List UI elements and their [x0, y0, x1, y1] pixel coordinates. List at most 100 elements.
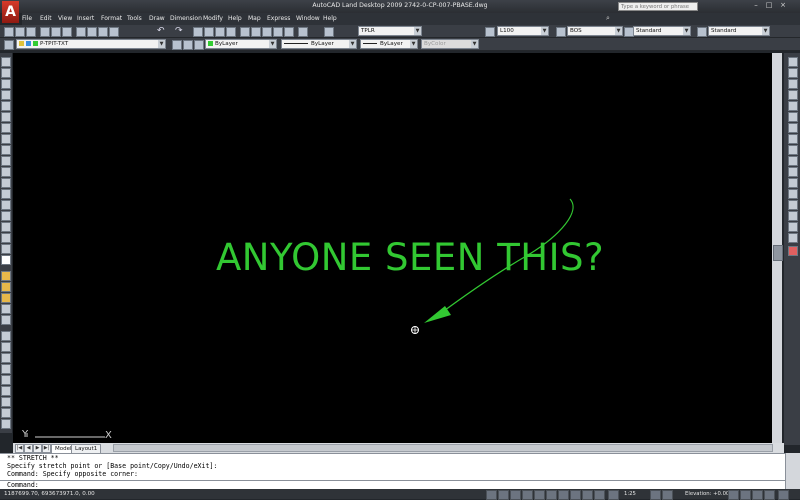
- menu-tools[interactable]: Tools: [127, 14, 142, 24]
- explode-icon[interactable]: [788, 233, 798, 243]
- rectangle-icon[interactable]: [1, 101, 11, 111]
- tool-palettes-icon[interactable]: [262, 27, 272, 37]
- mtext-icon[interactable]: [1, 255, 11, 265]
- close-window-button[interactable]: ×: [778, 1, 788, 10]
- hatch-icon[interactable]: [1, 211, 11, 221]
- menu-modify[interactable]: Modify: [203, 14, 223, 24]
- markup-icon[interactable]: [284, 27, 294, 37]
- binoculars-icon[interactable]: ⌕: [606, 14, 610, 23]
- array-icon[interactable]: [788, 101, 798, 111]
- scroll-thumb[interactable]: [773, 245, 783, 261]
- copy-icon[interactable]: [87, 27, 97, 37]
- preview-icon[interactable]: [51, 27, 61, 37]
- menu-dimension[interactable]: Dimension: [170, 14, 202, 24]
- menu-help[interactable]: Help: [228, 14, 242, 24]
- layer-manager-icon[interactable]: [4, 40, 14, 50]
- layer-walk-icon[interactable]: [1, 282, 11, 292]
- ellipse-arc-icon[interactable]: [1, 167, 11, 177]
- quick-dimension-icon[interactable]: [1, 375, 11, 385]
- arc-icon[interactable]: [1, 112, 11, 122]
- special-function-icon[interactable]: [788, 246, 798, 256]
- zoom-realtime-icon[interactable]: [204, 27, 214, 37]
- dimension-baseline-icon[interactable]: [1, 386, 11, 396]
- insert-block-icon[interactable]: [1, 178, 11, 188]
- text-style-select[interactable]: TPLR ▼: [358, 26, 422, 36]
- help-search-input[interactable]: [619, 3, 693, 11]
- move-icon[interactable]: [788, 112, 798, 122]
- next-tab-icon[interactable]: ▶: [33, 444, 42, 453]
- app-menu-logo[interactable]: A: [2, 1, 19, 23]
- help-search-box[interactable]: [618, 2, 698, 11]
- polyline-icon[interactable]: [1, 79, 11, 89]
- circle-icon[interactable]: [1, 123, 11, 133]
- menu-format[interactable]: Format: [101, 14, 122, 24]
- leader-icon[interactable]: [1, 408, 11, 418]
- zoom-previous-icon[interactable]: [226, 27, 236, 37]
- menu-insert[interactable]: Insert: [77, 14, 94, 24]
- polygon-icon[interactable]: [1, 90, 11, 100]
- color-select[interactable]: ByLayer ▼: [205, 39, 277, 49]
- extend-icon[interactable]: [788, 167, 798, 177]
- menu-view[interactable]: View: [58, 14, 72, 24]
- point-icon[interactable]: [1, 200, 11, 210]
- menu-help-2[interactable]: Help: [323, 14, 337, 24]
- minimize-button[interactable]: –: [751, 1, 761, 10]
- rotate-icon[interactable]: [788, 123, 798, 133]
- erase-icon[interactable]: [788, 57, 798, 67]
- prev-tab-icon[interactable]: ◀: [24, 444, 33, 453]
- vertical-scrollbar[interactable]: [772, 53, 783, 443]
- properties-icon[interactable]: [240, 27, 250, 37]
- table-icon[interactable]: [1, 244, 11, 254]
- last-tab-icon[interactable]: ▶|: [42, 444, 51, 453]
- offset-icon[interactable]: [788, 90, 798, 100]
- dim-style-icon[interactable]: [485, 27, 495, 37]
- annotation-scale[interactable]: 1:25: [624, 489, 636, 499]
- linetype-select[interactable]: ByLayer ▼: [281, 39, 357, 49]
- join-icon[interactable]: [788, 200, 798, 210]
- dim-style-select[interactable]: L100 ▼: [497, 26, 549, 36]
- revcloud-icon[interactable]: [1, 134, 11, 144]
- undo-icon[interactable]: ↶: [157, 26, 165, 36]
- designcenter-icon[interactable]: [251, 27, 261, 37]
- menu-window[interactable]: Window: [296, 14, 320, 24]
- new-icon[interactable]: [4, 27, 14, 37]
- cut-icon[interactable]: [76, 27, 86, 37]
- dimension-angular-icon[interactable]: [1, 364, 11, 374]
- menu-map[interactable]: Map: [248, 14, 261, 24]
- sheetset-icon[interactable]: [273, 27, 283, 37]
- zoom-window-icon[interactable]: [215, 27, 225, 37]
- first-tab-icon[interactable]: |◀: [15, 444, 24, 453]
- scale-icon[interactable]: [788, 134, 798, 144]
- construction-line-icon[interactable]: [1, 68, 11, 78]
- help-icon[interactable]: [298, 27, 308, 37]
- ellipse-icon[interactable]: [1, 156, 11, 166]
- fillet-icon[interactable]: [788, 222, 798, 232]
- multileader-style-icon[interactable]: [697, 27, 707, 37]
- plot-icon[interactable]: [40, 27, 50, 37]
- horizontal-scrollbar[interactable]: [113, 444, 773, 452]
- layer-freeze-icon[interactable]: [1, 293, 11, 303]
- stretch-icon[interactable]: [788, 145, 798, 155]
- make-block-icon[interactable]: [1, 189, 11, 199]
- multileader-style-select[interactable]: Standard ▼: [708, 26, 770, 36]
- menu-edit[interactable]: Edit: [40, 14, 52, 24]
- layer-previous-icon[interactable]: [183, 40, 193, 50]
- tolerance-icon[interactable]: [1, 419, 11, 429]
- plot-style-select[interactable]: Standard ▼: [633, 26, 691, 36]
- publish-icon[interactable]: [62, 27, 72, 37]
- layer-tool-icon[interactable]: [1, 271, 11, 281]
- command-window[interactable]: ** STRETCH ** Specify stretch point or […: [0, 453, 786, 489]
- dimension-linear-icon[interactable]: [1, 331, 11, 341]
- gradient-icon[interactable]: [1, 222, 11, 232]
- region-icon[interactable]: [1, 233, 11, 243]
- menu-file[interactable]: File: [22, 14, 32, 24]
- table-style-select[interactable]: BOS ▼: [567, 26, 623, 36]
- dimension-continue-icon[interactable]: [1, 397, 11, 407]
- maximize-button[interactable]: □: [764, 1, 774, 10]
- copy-object-icon[interactable]: [788, 68, 798, 78]
- dimension-aligned-icon[interactable]: [1, 342, 11, 352]
- drawing-canvas[interactable]: Y X ANYONE SEEN THIS?: [13, 53, 772, 443]
- command-scrollbar[interactable]: [786, 453, 800, 489]
- line-icon[interactable]: [1, 57, 11, 67]
- menu-express[interactable]: Express: [267, 14, 290, 24]
